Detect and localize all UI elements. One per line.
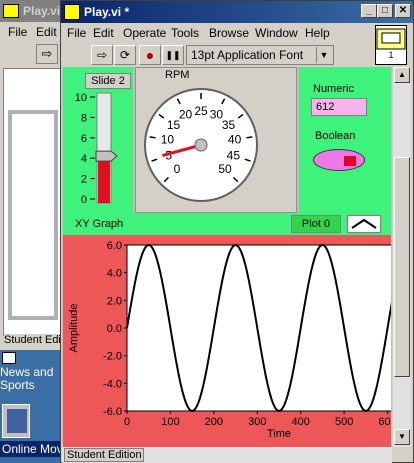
- y-tick-label: 0.0: [107, 323, 122, 335]
- close-button[interactable]: ✕: [395, 4, 411, 18]
- xy-graph[interactable]: 01002003004005006007006.04.02.00.0-2.0-4…: [63, 235, 391, 447]
- y-tick-label: -2.0: [103, 351, 122, 363]
- labview-vi-icon: [3, 4, 19, 18]
- window-title: Play.vi *: [84, 5, 130, 19]
- status-bar: Student Edition: [62, 447, 392, 463]
- menu-window[interactable]: Window: [255, 26, 298, 40]
- line-style-icon: [351, 218, 377, 229]
- gauge-tick-label: 25: [194, 104, 208, 118]
- boolean-arrow-icon: [344, 156, 356, 166]
- slide-label: Slide 2: [85, 73, 131, 89]
- shortcut-arrow-icon: [2, 352, 16, 364]
- vi-connector-icon[interactable]: 1: [375, 25, 407, 65]
- menu-operate[interactable]: Operate: [123, 26, 166, 40]
- gauge-tick-label: 45: [227, 149, 241, 163]
- x-tick-label: 200: [205, 416, 223, 428]
- gauge-tick-label: 35: [222, 118, 236, 132]
- y-tick-label: 4.0: [107, 268, 122, 280]
- plot-style-button[interactable]: [347, 215, 381, 233]
- news-and-sports-icon-label[interactable]: News and Sports: [0, 366, 53, 392]
- main-window[interactable]: Play.vi * _ □ ✕ File Edit Operate Tools …: [60, 0, 414, 463]
- slide-tick-label: 6: [81, 133, 87, 145]
- slide-tick-label: 0: [81, 194, 87, 206]
- menu-help[interactable]: Help: [305, 26, 330, 40]
- menu-edit[interactable]: Edit: [93, 26, 114, 40]
- window-titlebar[interactable]: Play.vi * _ □ ✕: [61, 1, 413, 23]
- x-tick-label: 400: [292, 416, 310, 428]
- bg-menu-file[interactable]: File: [8, 25, 27, 39]
- chevron-down-icon: ▼: [316, 47, 331, 63]
- x-tick-label: 0: [124, 416, 130, 428]
- x-tick-label: 600: [378, 416, 391, 428]
- menu-file[interactable]: File: [67, 26, 86, 40]
- font-select-value: 13pt Application Font: [191, 48, 304, 62]
- run-arrow-icon[interactable]: ⇨: [91, 45, 113, 65]
- plot-area: [126, 244, 391, 412]
- scroll-up-icon[interactable]: ▲: [394, 67, 410, 83]
- slide-tick-label: 8: [81, 112, 87, 124]
- labview-vi-icon: [64, 4, 80, 20]
- rpm-label: RPM: [165, 69, 190, 81]
- slide-tick-label: 4: [81, 153, 87, 165]
- boolean-led[interactable]: [313, 149, 365, 171]
- numeric-indicator[interactable]: 612: [311, 98, 367, 116]
- slide-fill: [98, 156, 110, 203]
- gauge-tick-label: 0: [174, 162, 181, 176]
- slide-thumb: [95, 150, 118, 162]
- minimize-button[interactable]: _: [361, 4, 377, 18]
- vi-icon-graphic: [376, 28, 406, 50]
- pause-icon[interactable]: ❚❚: [162, 45, 184, 65]
- gauge-hub: [194, 138, 208, 152]
- font-select[interactable]: 13pt Application Font ▼: [186, 45, 334, 65]
- gauge-tick-label: 20: [179, 108, 193, 122]
- run-continuously-icon[interactable]: ⟳: [114, 45, 136, 65]
- slide-tick-label: 2: [81, 174, 87, 186]
- graph-title: XY Graph: [75, 218, 124, 230]
- y-tick-label: -6.0: [103, 406, 122, 418]
- slide-control[interactable]: 10 8 6 4 2 0: [73, 91, 129, 207]
- x-tick-label: 500: [335, 416, 353, 428]
- boolean-label: Boolean: [315, 130, 356, 142]
- scroll-down-icon[interactable]: ▼: [394, 429, 410, 445]
- y-axis-label: Amplitude: [68, 304, 80, 353]
- vi-icon-label: 1: [388, 50, 394, 60]
- background-window-title: Play.vi: [23, 4, 61, 18]
- numeric-label: Numeric: [313, 83, 354, 95]
- gauge-tick-label: 40: [228, 133, 242, 147]
- maximize-button[interactable]: □: [377, 4, 393, 18]
- toolbar: ⇨ ⟳ ● ❚❚ 13pt Application Font ▼: [61, 43, 371, 67]
- background-window-titlebar[interactable]: Play.vi: [0, 0, 64, 22]
- bg-run-arrow-icon[interactable]: ⇨: [36, 44, 58, 64]
- menubar: File Edit Operate Tools Browse Window He…: [61, 23, 371, 43]
- x-tick-label: 300: [248, 416, 266, 428]
- background-status: Student Edition: [4, 334, 62, 348]
- status-text: Student Edition: [64, 448, 144, 462]
- gauge-tick-label: 10: [161, 133, 175, 147]
- news-label-line2: Sports: [0, 378, 35, 392]
- vertical-scrollbar[interactable]: ▲ ▼: [393, 67, 411, 447]
- background-window[interactable]: Play.vi File Edit ⇨ Student Edition: [0, 0, 64, 350]
- slide-tick-label: 10: [75, 92, 87, 104]
- abort-icon[interactable]: ●: [139, 45, 161, 65]
- plot-legend[interactable]: Plot 0: [291, 215, 341, 233]
- scroll-thumb[interactable]: [394, 157, 410, 377]
- background-menubar: File Edit: [0, 22, 64, 42]
- movie-icon[interactable]: [2, 404, 30, 438]
- gauge-tick-label: 50: [218, 162, 232, 176]
- x-axis-label: Time: [267, 428, 291, 440]
- y-tick-label: -4.0: [103, 378, 122, 390]
- gauge-tick: [246, 136, 253, 139]
- slide-graphic[interactable]: 10 8 6 4 2 0: [73, 91, 129, 207]
- background-loop-frame: [8, 110, 58, 320]
- bg-menu-edit[interactable]: Edit: [36, 25, 57, 39]
- gauge-tick: [149, 136, 156, 139]
- y-tick-label: 6.0: [107, 240, 122, 252]
- menu-browse[interactable]: Browse: [209, 26, 249, 40]
- rpm-gauge[interactable]: 05101520 25 3035404550: [141, 81, 291, 211]
- x-tick-label: 100: [161, 416, 179, 428]
- y-tick-label: 2.0: [107, 295, 122, 307]
- menu-tools[interactable]: Tools: [171, 26, 199, 40]
